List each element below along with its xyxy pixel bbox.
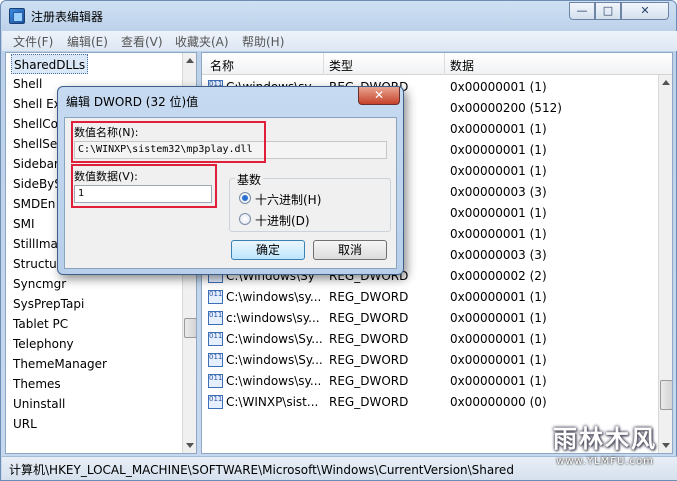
regedit-app-icon <box>9 8 25 24</box>
table-row[interactable]: 011 C:\windows\Sy... REG_DWORD 0x00000001 (… <box>202 350 657 371</box>
tree-item[interactable]: ShellCo <box>13 114 58 134</box>
hex-radio[interactable] <box>239 192 251 204</box>
cancel-button[interactable]: 取消 <box>313 240 387 260</box>
menu-file[interactable]: 文件(F) <box>13 33 53 50</box>
column-separator[interactable] <box>323 53 324 75</box>
tree-item[interactable]: SMDEn <box>13 194 55 214</box>
table-row[interactable]: 011 C:\windows\sy... REG_DWORD 0x00000001 (… <box>202 287 657 308</box>
table-row[interactable]: 011 c:\windows\sy... REG_DWORD 0x00000001 (… <box>202 308 657 329</box>
reg-dword-icon: 011 <box>208 311 223 325</box>
list-header: 名称 类型 数据 <box>202 53 672 75</box>
base-label: 基数 <box>235 171 264 188</box>
reg-dword-icon: 011 <box>208 395 223 409</box>
column-header-type[interactable]: 类型 <box>329 57 353 74</box>
dec-radio[interactable] <box>239 213 251 225</box>
dec-radio-label[interactable]: 十进制(D) <box>255 212 310 229</box>
reg-dword-icon: 011 <box>208 353 223 367</box>
column-separator[interactable] <box>444 53 445 75</box>
tree-item[interactable]: SMI <box>13 214 35 234</box>
tree-item[interactable]: ThemeManager <box>13 354 107 374</box>
dialog-close-button[interactable]: ✕ <box>358 87 400 105</box>
window-title: 注册表编辑器 <box>31 10 104 24</box>
table-row[interactable]: 011 C:\windows\Sy... REG_DWORD 0x00000001 (… <box>202 329 657 350</box>
edit-dword-dialog: 编辑 DWORD (32 位)值 ✕ 数值名称(N): C:\WINXP\sis… <box>57 86 404 275</box>
tree-item[interactable]: SysPrepTapi <box>13 294 84 314</box>
tree-item[interactable]: Telephony <box>13 334 74 354</box>
list-scrollbar[interactable] <box>658 75 672 453</box>
column-header-data[interactable]: 数据 <box>450 57 474 74</box>
menu-bar: 文件(F) 编辑(E) 查看(V) 收藏夹(A) 帮助(H) <box>2 31 677 51</box>
menu-view[interactable]: 查看(V) <box>121 33 163 50</box>
tree-item[interactable]: Shell Ex <box>13 94 61 114</box>
menu-edit[interactable]: 编辑(E) <box>67 33 108 50</box>
tree-item-shareddlls[interactable]: SharedDLLs <box>11 54 89 74</box>
menu-favorites[interactable]: 收藏夹(A) <box>175 33 229 50</box>
maximize-button[interactable]: □ <box>595 2 621 20</box>
reg-dword-icon: 011 <box>208 374 223 388</box>
title-bar: 注册表编辑器 — □ ✕ <box>1 1 676 31</box>
reg-dword-icon: 011 <box>208 290 223 304</box>
tree-item[interactable]: URL <box>13 414 37 434</box>
watermark-logo: 雨林木风 www.YLMFU.com <box>540 418 670 474</box>
tree-item[interactable]: Themes <box>13 374 61 394</box>
tree-item[interactable]: Shell <box>13 74 42 94</box>
tree-item[interactable]: Syncmgr <box>13 274 66 294</box>
table-row[interactable]: 011 C:\windows\sy... REG_DWORD 0x00000001 (… <box>202 371 657 392</box>
close-button[interactable]: ✕ <box>621 2 669 20</box>
tree-item[interactable]: Sidebar <box>13 154 59 174</box>
registry-path: 计算机\HKEY_LOCAL_MACHINE\SOFTWARE\Microsof… <box>9 463 514 477</box>
scroll-down-arrow-icon[interactable] <box>186 443 194 448</box>
highlight-box-data <box>71 164 217 208</box>
dialog-body: 数值名称(N): C:\WINXP\sistem32\mp3play.dll 数… <box>64 117 397 269</box>
tree-scroll-thumb[interactable] <box>184 318 196 338</box>
ok-button[interactable]: 确定 <box>231 240 305 260</box>
tree-item[interactable]: Tablet PC <box>13 314 68 334</box>
tree-item[interactable]: ShellSer <box>13 134 62 154</box>
table-row[interactable]: 011 C:\WINXP\sist... REG_DWORD 0x00000000 (… <box>202 392 657 413</box>
menu-help[interactable]: 帮助(H) <box>242 33 284 50</box>
watermark-logo-text: 雨林木风 <box>553 425 657 453</box>
reg-dword-icon: 011 <box>208 332 223 346</box>
dialog-title: 编辑 DWORD (32 位)值 <box>66 95 199 109</box>
highlight-box-name <box>71 121 266 163</box>
list-scroll-thumb[interactable] <box>660 380 672 410</box>
tree-item[interactable]: Structur <box>13 254 62 274</box>
scroll-up-arrow-icon[interactable] <box>662 80 670 85</box>
watermark-url: www.YLMFU.com <box>556 456 654 467</box>
scroll-up-arrow-icon[interactable] <box>186 58 194 63</box>
minimize-button[interactable]: — <box>569 2 595 20</box>
tree-item[interactable]: Uninstall <box>13 394 65 414</box>
hex-radio-label[interactable]: 十六进制(H) <box>255 191 321 208</box>
column-header-name[interactable]: 名称 <box>210 57 234 74</box>
